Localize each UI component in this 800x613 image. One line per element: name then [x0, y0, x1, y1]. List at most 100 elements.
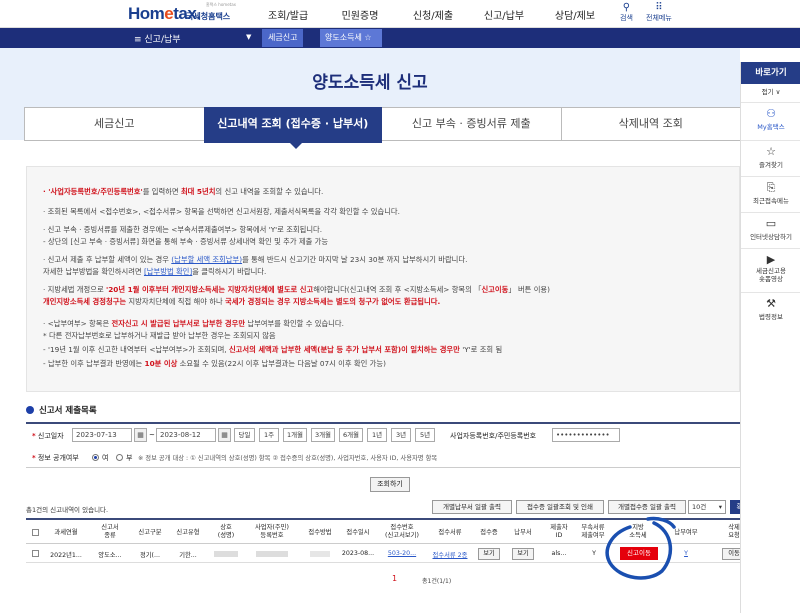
col-header: 접수서류 — [438, 529, 462, 536]
sidebar-item-recent[interactable]: ⎘ 최근접속메뉴 — [741, 176, 800, 212]
date-label: * 신고일자 — [32, 432, 64, 440]
col-header: 납부서 — [514, 529, 532, 536]
tab-deleted-history[interactable]: 삭제내역 조회 — [560, 107, 742, 141]
search-button[interactable]: ⚲ 검색 — [620, 2, 633, 23]
breadcrumb-level2[interactable]: 세금신고 — [262, 29, 304, 47]
row-checkbox[interactable] — [32, 550, 39, 557]
pay-inquiry-link[interactable]: (납부할 세액 조회납부) — [171, 255, 242, 264]
recent-icon: ⎘ — [766, 181, 776, 194]
notice-line: - 상단의 [신고 부속 · 증빙서류] 화면을 통해 부속 · 증빙서류 상세… — [43, 237, 329, 246]
period-1week-button[interactable]: 1주 — [259, 428, 279, 442]
pay-method-link[interactable]: [납부방법 확인] — [144, 267, 192, 276]
page-title: 양도소득세 신고 — [312, 73, 428, 93]
disclose-no-radio[interactable] — [116, 454, 123, 461]
breadcrumb-level3[interactable]: 양도소득세 ☆ — [320, 29, 382, 47]
col-header: 납부여부 — [674, 529, 698, 536]
masked-reg-no — [256, 551, 288, 557]
notice-line: · <납부여부> 항목은 전자신고 시 발급된 납부서로 납부한 경우만 납부여… — [43, 319, 344, 328]
gavel-icon: ⚒ — [766, 297, 776, 310]
nav-item-apply[interactable]: 신청/제출 — [412, 7, 454, 22]
section-title: 신고서 제출목록 — [26, 404, 97, 416]
table-row[interactable]: 2022년1... 양도소... 정기(... 기한... 2023-08...… — [26, 545, 778, 563]
col-header: 접수방법 — [308, 529, 332, 536]
result-count: 총1건의 신고내역이 있습니다. — [26, 506, 109, 514]
select-all-checkbox[interactable] — [32, 529, 39, 536]
quick-links-sidebar: 바로가기 접기 ∨ ⚇ My홈택스 ☆ 즐겨찾기 ⎘ 최근접속메뉴 ▭ 인터넷상… — [740, 62, 800, 613]
nav-item-certificate[interactable]: 민원증명 — [339, 7, 381, 22]
breadcrumb: ≡ 신고/납부 ▼ 세금신고 양도소득세 ☆ — [0, 28, 800, 48]
tab-bar: 세금신고 신고내역 조회 (접수증 · 납부서) 신고 부속 · 증빙서류 제출… — [24, 107, 742, 149]
chevron-down-icon: ▼ — [246, 33, 252, 41]
calendar-icon[interactable]: ▦ — [134, 428, 147, 442]
masked-method — [310, 551, 330, 557]
col-header: 과세연월 — [54, 529, 78, 536]
result-table-header: 과세연월 신고서 종류 신고구분 신고유형 상호 (성명) 사업자(주민) 등록… — [26, 518, 778, 544]
bulk-pay-print-button[interactable]: 개별납부서 일괄 출력 — [432, 500, 512, 514]
col-header: 상호 (성명) — [217, 524, 235, 539]
date-from-input[interactable]: 2023-07-13 — [72, 428, 132, 442]
period-6month-button[interactable]: 6개월 — [339, 428, 363, 442]
notice-line: · 조회된 목록에서 <접수번호>, <접수서류> 항목을 선택하면 신고서원장… — [43, 207, 400, 216]
notice-box: · '사업자등록번호/주민등록번호'를 입력하면 최대 5년치의 신고 내역을 … — [26, 166, 740, 392]
tab-filing-history[interactable]: 신고내역 조회 (접수증 · 납부서) — [203, 107, 383, 149]
breadcrumb-level1[interactable]: ≡ 신고/납부 ▼ — [130, 28, 254, 48]
notice-line: * 다른 전자납부번호로 납부하거나 재발급 받아 납부한 경우는 조회되지 않… — [43, 331, 276, 340]
tab-tax-filing[interactable]: 세금신고 — [24, 107, 205, 141]
query-button[interactable]: 조회하기 — [370, 477, 410, 492]
masked-name — [214, 551, 238, 557]
disclose-yes-radio[interactable] — [92, 454, 99, 461]
bullet-icon — [26, 406, 34, 414]
nav-item-inquiry[interactable]: 조회/발급 — [268, 7, 308, 22]
bill-view-button[interactable]: 보기 — [512, 548, 534, 560]
calendar-icon[interactable]: ▦ — [218, 428, 231, 442]
sidebar-item-shortform[interactable]: ▶ 세금신고용 숏폼영상 — [741, 248, 800, 292]
col-header: 접수일시 — [346, 529, 370, 536]
receipt-view-button[interactable]: 보기 — [478, 548, 500, 560]
id-input[interactable]: ••••••••••••• — [552, 428, 620, 442]
period-1year-button[interactable]: 1년 — [367, 428, 387, 442]
col-header: 신고구분 — [138, 529, 162, 536]
monitor-icon: ▭ — [765, 217, 777, 230]
receipt-print-button[interactable]: 접수증 일괄조회 및 인쇄 — [516, 500, 604, 514]
all-menu-button[interactable]: ⠿ 전체메뉴 — [646, 2, 672, 23]
id-label: 사업자등록번호/주민등록번호 — [450, 432, 537, 440]
sidebar-item-consult[interactable]: ▭ 인터넷상담하기 — [741, 212, 800, 248]
fold-toggle[interactable]: 접기 ∨ — [741, 86, 800, 96]
docs-link[interactable]: 접수서류 2종 — [430, 550, 470, 559]
notice-line: · 지방세법 개정으로 '20년 1월 이후부터 개인지방소득세는 지방자치단체… — [43, 285, 550, 294]
notice-line: 개인지방소득세 경정청구는 지방자치단체에 직접 해야 하나 국세가 경정되는 … — [43, 297, 441, 306]
notice-line: 자세한 납부방법을 확인하시려면 [납부방법 확인]을 클릭하시기 바랍니다. — [43, 267, 267, 276]
date-to-input[interactable]: 2023-08-12 — [156, 428, 216, 442]
disclose-note: ※ 정보 공개 대상 : ① 신고내역의 상호(성명) 항목 ② 접수증의 상호… — [138, 455, 438, 462]
period-today-button[interactable]: 당일 — [234, 428, 255, 442]
col-header: 신고유형 — [176, 529, 200, 536]
receipt-no-link[interactable]: 503-20... — [382, 550, 422, 557]
notice-line: - '19년 1월 이후 신고한 내역부터 <납부여부>가 조회되며, 신고서의… — [43, 345, 503, 354]
grid-menu-icon: ⠿ — [655, 2, 663, 13]
play-icon: ▶ — [766, 253, 776, 266]
quick-links-title: 바로가기 — [741, 62, 800, 84]
col-header: 사업자(주민) 등록번호 — [255, 524, 289, 539]
nav-item-filing[interactable]: 신고/납부 — [483, 7, 525, 22]
sidebar-item-favorites[interactable]: ☆ 즐겨찾기 — [741, 140, 800, 176]
notice-line: - 납부한 이후 납부결과 반영에는 10분 이상 소요될 수 있음(22시 이… — [43, 359, 386, 368]
tab-attachments[interactable]: 신고 부속 · 증빙서류 제출 — [381, 107, 562, 141]
hometax-logo[interactable]: 홈택스 hometax Hometax. 국세청홈택스 — [128, 2, 238, 24]
page-size-select[interactable]: 10건 ▾ — [688, 500, 726, 514]
col-header: 접수증 — [480, 529, 498, 536]
page-link-current[interactable]: 1 — [392, 574, 397, 583]
period-1month-button[interactable]: 1개월 — [283, 428, 307, 442]
sidebar-item-law[interactable]: ⚒ 법령정보 — [741, 292, 800, 328]
notice-line: · '사업자등록번호/주민등록번호'를 입력하면 최대 5년치의 신고 내역을 … — [43, 187, 324, 196]
bulk-receipt-print-button[interactable]: 개별접수증 일괄 출력 — [608, 500, 686, 514]
sidebar-item-myhometax[interactable]: ⚇ My홈택스 — [741, 102, 800, 140]
top-header: 홈택스 hometax Hometax. 국세청홈택스 조회/발급 민원증명 신… — [0, 0, 800, 28]
nav-item-consult[interactable]: 상담/제보 — [554, 7, 596, 22]
paid-status-link[interactable]: Y — [676, 550, 696, 557]
period-3month-button[interactable]: 3개월 — [311, 428, 335, 442]
local-tax-move-button[interactable]: 신고이동 — [620, 547, 658, 560]
search-form: * 신고일자 2023-07-13 ▦ ~ 2023-08-12 ▦ 당일 1주… — [26, 422, 740, 468]
main-nav: 조회/발급 민원증명 신청/제출 신고/납부 상담/제보 — [268, 7, 596, 22]
period-3year-button[interactable]: 3년 — [391, 428, 411, 442]
period-5year-button[interactable]: 5년 — [415, 428, 435, 442]
